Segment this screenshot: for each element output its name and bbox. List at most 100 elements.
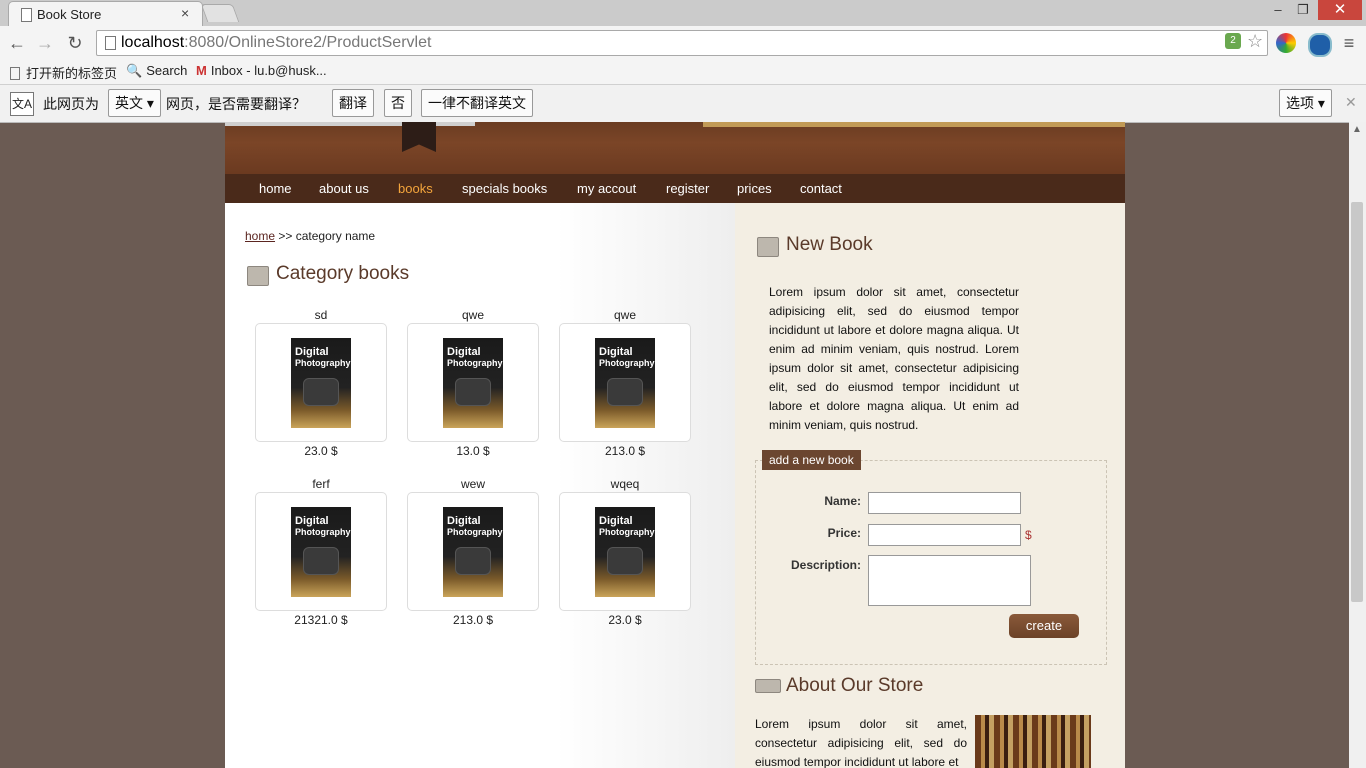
product-price: 13.0 $: [456, 444, 490, 458]
translate-button[interactable]: 翻译: [332, 89, 374, 117]
about-text: Lorem ipsum dolor sit amet, consectetur …: [755, 717, 967, 768]
browser-extension-icon[interactable]: [1308, 33, 1332, 57]
content-left: home >> category name Category books sd …: [225, 203, 735, 768]
back-icon[interactable]: ←: [6, 32, 28, 54]
bookmarks-bar: 打开新的标签页 🔍 Search M Inbox - lu.b@husk...: [0, 60, 1366, 85]
scrollbar-thumb[interactable]: [1351, 202, 1363, 602]
star-icon[interactable]: ☆: [1247, 31, 1263, 52]
create-button[interactable]: create: [1009, 614, 1079, 638]
product-card[interactable]: qwe Digital Photography 213.0 $: [559, 308, 691, 458]
bookmark-search[interactable]: 🔍 Search: [126, 63, 187, 79]
book-cover-image[interactable]: Digital Photography: [595, 338, 655, 428]
product-card[interactable]: ferf Digital Photography 21321.0 $: [255, 477, 387, 627]
gmail-icon: M: [196, 63, 207, 78]
name-input[interactable]: [868, 492, 1021, 514]
product-name[interactable]: sd: [255, 308, 387, 322]
shelf-edge: [703, 122, 1125, 127]
nav-contact[interactable]: contact: [800, 181, 842, 196]
description-textarea[interactable]: [868, 555, 1031, 606]
product-name[interactable]: ferf: [255, 477, 387, 491]
product-image-frame[interactable]: Digital Photography: [559, 492, 691, 611]
form-legend: add a new book: [762, 450, 861, 470]
bookstore-page: home about us books specials books my ac…: [225, 122, 1125, 768]
menu-icon[interactable]: ≡: [1338, 32, 1360, 54]
breadcrumb: home >> category name: [245, 229, 375, 243]
forward-icon[interactable]: →: [34, 32, 56, 54]
window-close-icon[interactable]: ✕: [1318, 0, 1362, 20]
nav-register[interactable]: register: [666, 181, 709, 196]
browser-toolbar: ← → ↻ localhost:8080/OnlineStore2/Produc…: [0, 26, 1366, 60]
nav-home[interactable]: home: [259, 181, 292, 196]
restore-icon[interactable]: ❐: [1293, 0, 1313, 20]
product-image-frame[interactable]: Digital Photography: [407, 323, 539, 442]
breadcrumb-home-link[interactable]: home: [245, 229, 275, 243]
name-label: Name:: [824, 494, 861, 508]
close-translate-icon[interactable]: ✕: [1345, 94, 1357, 111]
new-book-description: Lorem ipsum dolor sit amet, consectetur …: [769, 285, 1019, 432]
scroll-up-icon[interactable]: ▲: [1352, 124, 1362, 135]
tab-close-icon[interactable]: ×: [181, 5, 189, 21]
bookmark-new-tab[interactable]: 打开新的标签页: [10, 63, 117, 82]
product-image-frame[interactable]: Digital Photography: [255, 323, 387, 442]
bookmark-inbox[interactable]: M Inbox - lu.b@husk...: [196, 63, 327, 78]
options-select[interactable]: 选项 ▾: [1279, 89, 1332, 117]
product-name[interactable]: qwe: [559, 308, 691, 322]
sidebar-right: New Book Lorem ipsum dolor sit amet, con…: [735, 203, 1125, 768]
description-label: Description:: [790, 558, 861, 572]
book-cover-image[interactable]: Digital Photography: [443, 338, 503, 428]
product-name[interactable]: wew: [407, 477, 539, 491]
book-cover-image[interactable]: Digital Photography: [443, 507, 503, 597]
book-cover-image[interactable]: Digital Photography: [291, 507, 351, 597]
new-tab-button[interactable]: [200, 4, 240, 22]
nav-books[interactable]: books: [398, 181, 433, 196]
bookshelf-image: [975, 715, 1091, 768]
price-unit: $: [1025, 528, 1032, 542]
page-scrollbar[interactable]: ▲: [1349, 122, 1366, 768]
product-card[interactable]: wqeq Digital Photography 23.0 $: [559, 477, 691, 627]
book-icon: [755, 679, 781, 693]
book-cover-image[interactable]: Digital Photography: [291, 338, 351, 428]
ribbon-logo: [402, 122, 436, 152]
nav-prices[interactable]: prices: [737, 181, 772, 196]
product-image-frame[interactable]: Digital Photography: [407, 492, 539, 611]
translate-question: 网页，是否需要翻译？: [166, 96, 306, 112]
language-select[interactable]: 英文 ▾: [108, 89, 161, 117]
new-book-title: New Book: [786, 234, 873, 255]
book-icon: [757, 237, 779, 257]
translate-prefix: 此网页为: [43, 96, 99, 112]
extension-icon[interactable]: 2: [1225, 33, 1241, 49]
reload-icon[interactable]: ↻: [64, 32, 86, 54]
tab-book-store[interactable]: Book Store ×: [8, 1, 203, 27]
breadcrumb-rest: >> category name: [275, 229, 376, 243]
search-icon: 🔍: [126, 63, 143, 78]
never-translate-button[interactable]: 一律不翻译英文: [421, 89, 533, 117]
translate-icon: 文A: [10, 92, 34, 116]
product-name[interactable]: wqeq: [559, 477, 691, 491]
chrome-extension-icon[interactable]: [1276, 33, 1296, 53]
url-text[interactable]: localhost:8080/OnlineStore2/ProductServl…: [121, 34, 431, 52]
product-price: 23.0 $: [304, 444, 338, 458]
main-nav: home about us books specials books my ac…: [225, 174, 1125, 203]
product-price: 213.0 $: [452, 613, 494, 627]
address-bar[interactable]: localhost:8080/OnlineStore2/ProductServl…: [96, 30, 1268, 56]
product-price: 213.0 $: [604, 444, 646, 458]
book-icon: [247, 266, 269, 286]
product-name[interactable]: qwe: [407, 308, 539, 322]
minimize-icon[interactable]: –: [1268, 0, 1288, 20]
price-label: Price:: [827, 526, 861, 540]
product-image-frame[interactable]: Digital Photography: [255, 492, 387, 611]
product-card[interactable]: wew Digital Photography 213.0 $: [407, 477, 539, 627]
page-icon: [10, 67, 20, 80]
book-cover-image[interactable]: Digital Photography: [595, 507, 655, 597]
product-card[interactable]: sd Digital Photography 23.0 $: [255, 308, 387, 458]
product-image-frame[interactable]: Digital Photography: [559, 323, 691, 442]
nav-about-us[interactable]: about us: [319, 181, 369, 196]
product-card[interactable]: qwe Digital Photography 13.0 $: [407, 308, 539, 458]
price-input[interactable]: [868, 524, 1021, 546]
tab-title: Book Store: [37, 7, 102, 22]
page-icon: [105, 36, 116, 50]
header-banner: [225, 122, 1125, 174]
no-button[interactable]: 否: [384, 89, 412, 117]
nav-my-account[interactable]: my accout: [577, 181, 636, 196]
nav-specials-books[interactable]: specials books: [462, 181, 547, 196]
